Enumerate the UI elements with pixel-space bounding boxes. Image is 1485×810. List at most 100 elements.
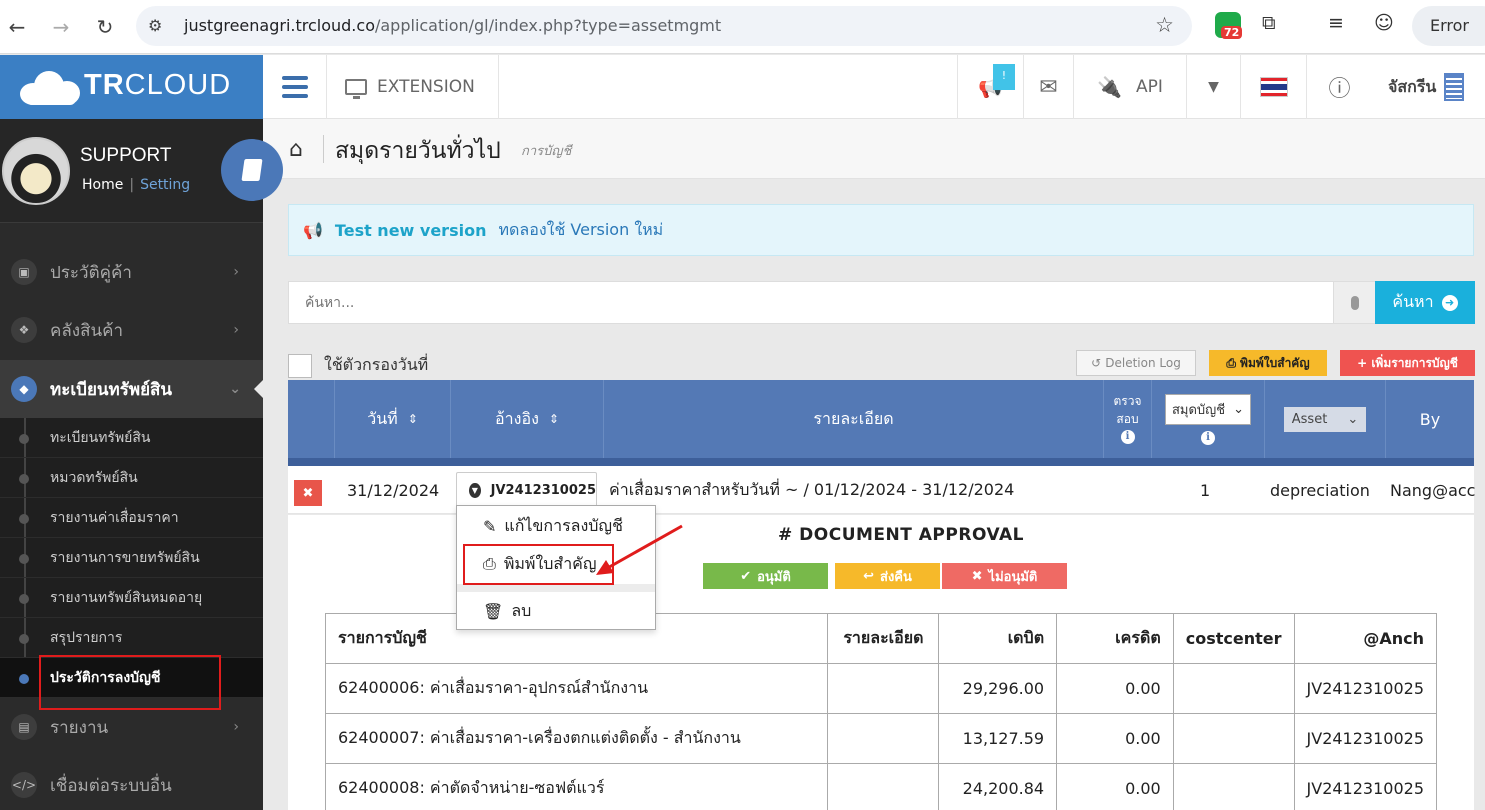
help-icon[interactable]: ⓘ (1306, 55, 1372, 119)
deletion-log-button[interactable]: ↺ Deletion Log (1076, 350, 1196, 376)
delete-row-button[interactable]: ✖ (294, 480, 322, 506)
submenu-asset-sales-report[interactable]: รายงานการขายทรัพย์สิน (0, 538, 263, 578)
bookmark-star-icon[interactable]: ☆ (1155, 13, 1174, 37)
header-date-label: วันที่ (367, 408, 398, 428)
approve-label: อนุมัติ (757, 569, 791, 585)
mail-icon[interactable]: ✉ (1023, 55, 1073, 119)
chevron-down-icon: ⌄ (1347, 411, 1359, 427)
alert-title: Test new version (334, 220, 487, 240)
menu-item-delete[interactable]: 🗑 ลบ (457, 593, 655, 629)
reject-button[interactable]: ✖ ไม่อนุมัติ (942, 563, 1067, 589)
reference-dropdown-button[interactable]: ▼ JV2412310025 (456, 472, 597, 508)
print-voucher-button[interactable]: ⎙ พิมพ์ใบสำคัญ (1209, 350, 1327, 376)
arrow-right-icon: ➜ (1441, 294, 1458, 311)
search-input[interactable] (289, 282, 1333, 323)
submenu-asset-register[interactable]: ทะเบียนทรัพย์สิน (0, 418, 263, 458)
reload-icon[interactable]: ↻ (90, 12, 120, 42)
book-button[interactable] (221, 139, 283, 201)
cell-detail (827, 763, 940, 810)
cell-debit: 13,127.59 (938, 713, 1058, 764)
api-button[interactable]: 🔌 API (1073, 55, 1186, 119)
cell-debit: 24,200.84 (938, 763, 1058, 810)
history-icon: ↺ (1091, 356, 1102, 370)
submenu-depreciation-report[interactable]: รายงานค่าเสื่อมราคา (0, 498, 263, 538)
sidebar-item-integrations[interactable]: </> เชื่อมต่อระบบอื่น (0, 756, 263, 810)
menu-item-delete-label: ลบ (511, 600, 532, 620)
sidebar-item-label: รายงาน (50, 717, 109, 738)
cell-account: 62400007: ค่าเสื่อมราคา-เครื่องตกแต่งติด… (324, 713, 829, 764)
media-queue-icon[interactable]: ≡ (1328, 12, 1344, 34)
reply-icon: ↩ (863, 568, 875, 584)
add-entry-button[interactable]: + เพิ่มรายการบัญชี (1340, 350, 1475, 376)
avatar[interactable] (2, 137, 70, 205)
monitor-icon (345, 79, 367, 99)
api-label: API (1136, 77, 1163, 97)
submenu-summary[interactable]: สรุปรายการ (0, 618, 263, 658)
chevron-down-icon: ⌄ (1233, 401, 1244, 417)
approval-title: # DOCUMENT APPROVAL (778, 525, 1024, 545)
header-ref-label: อ้างอิง (495, 408, 539, 428)
col-detail: รายละเอียด (827, 613, 940, 664)
language-flag-button[interactable] (1240, 55, 1306, 119)
book-select[interactable]: สมุดบัญชี ⌄ (1164, 393, 1251, 425)
trcloud-logo[interactable]: TRCLOUD (0, 55, 263, 119)
plug-icon: 🔌 (1097, 75, 1122, 99)
thai-flag-icon (1259, 77, 1288, 97)
site-settings-icon[interactable]: ⚙ (148, 16, 162, 35)
home-link[interactable]: Home (82, 177, 123, 193)
cell-account: 62400006: ค่าเสื่อมราคา-อุปกรณ์สำนักงาน (324, 663, 829, 714)
header-check-line1: ตรวจ (1113, 394, 1142, 409)
code-icon: </> (11, 772, 37, 798)
trash-icon: 🗑 (483, 601, 504, 621)
return-button[interactable]: ↩ ส่งคืน (835, 563, 940, 589)
header-blank (288, 380, 334, 458)
submenu-label: รายงานทรัพย์สินหมดอายุ (50, 589, 203, 606)
submenu-asset-category[interactable]: หมวดทรัพย์สิน (0, 458, 263, 498)
app-header: TRCLOUD EXTENSION 📢 ! ✉ 🔌 API ▼ ⓘ จัสกรี… (0, 55, 1485, 119)
annotation-arrow (596, 524, 683, 575)
home-icon[interactable]: ⌂ (289, 137, 303, 162)
menu-divider (457, 584, 655, 592)
new-version-alert[interactable]: 📢 Test new version ทดลองใช้ Version ใหม่ (288, 204, 1474, 256)
search-button[interactable]: ค้นหา ➜ (1375, 281, 1475, 324)
setting-link[interactable]: Setting (140, 177, 190, 193)
cell-costcenter (1172, 763, 1295, 810)
header-reference[interactable]: อ้างอิง ⇕ (450, 380, 603, 458)
sidebar-item-reports[interactable]: ▤ รายงาน › (0, 698, 263, 756)
profile-avatar-icon[interactable]: ☺ (1374, 12, 1394, 34)
col-credit: เครดิต (1056, 613, 1174, 664)
approve-button[interactable]: ✔ อนุมัติ (703, 563, 828, 589)
submenu-expired-assets-report[interactable]: รายงานทรัพย์สินหมดอายุ (0, 578, 263, 618)
sidebar-item-assets[interactable]: ◆ ทะเบียนทรัพย์สิน ⌄ (0, 360, 263, 418)
type-select[interactable]: Asset ⌄ (1283, 406, 1367, 432)
cell-detail (827, 663, 940, 714)
back-icon[interactable]: ← (2, 12, 32, 42)
microphone-icon[interactable] (1333, 282, 1375, 323)
book-select-value: สมุดบัญชี (1171, 402, 1226, 418)
extension-button[interactable]: EXTENSION (327, 55, 499, 119)
address-bar[interactable]: ⚙ justgreenagri.trcloud.co/application/g… (136, 6, 1192, 46)
submenu-posting-history[interactable]: ประวัติการลงบัญชี (0, 655, 263, 710)
sidebar-item-contacts[interactable]: ▣ ประวัติคู่ค้า › (0, 243, 263, 301)
caret-down-icon[interactable]: ▼ (1186, 55, 1240, 119)
company-selector[interactable]: จัสกรีน (1372, 55, 1465, 119)
date-filter-checkbox[interactable] (288, 353, 312, 378)
info-icon[interactable]: i (1201, 430, 1215, 445)
cell-credit: 0.00 (1056, 713, 1174, 764)
table-header: วันที่ ⇕ อ้างอิง ⇕ รายละเอียด ตรวจ สอบ i ส… (288, 380, 1474, 458)
title-divider (323, 135, 324, 163)
cell-debit: 29,296.00 (938, 663, 1058, 714)
sidebar-item-inventory[interactable]: ❖ คลังสินค้า › (0, 301, 263, 359)
sidebar-item-label: เชื่อมต่อระบบอื่น (50, 775, 172, 796)
header-date[interactable]: วันที่ ⇕ (334, 380, 450, 458)
row-type: depreciation (1270, 480, 1370, 500)
profile-error-button[interactable]: Error (1412, 6, 1485, 46)
info-icon[interactable]: i (1120, 429, 1135, 444)
menu-toggle-icon[interactable] (263, 55, 327, 119)
header-by: By (1385, 380, 1474, 458)
cell-credit: 0.00 (1056, 763, 1174, 810)
extensions-puzzle-icon[interactable]: ⧉ (1262, 12, 1276, 34)
forward-icon[interactable]: → (46, 12, 76, 42)
date-filter: ใช้ตัวกรองวันที่ (288, 353, 428, 378)
chevron-down-icon: ▼ (469, 482, 481, 498)
